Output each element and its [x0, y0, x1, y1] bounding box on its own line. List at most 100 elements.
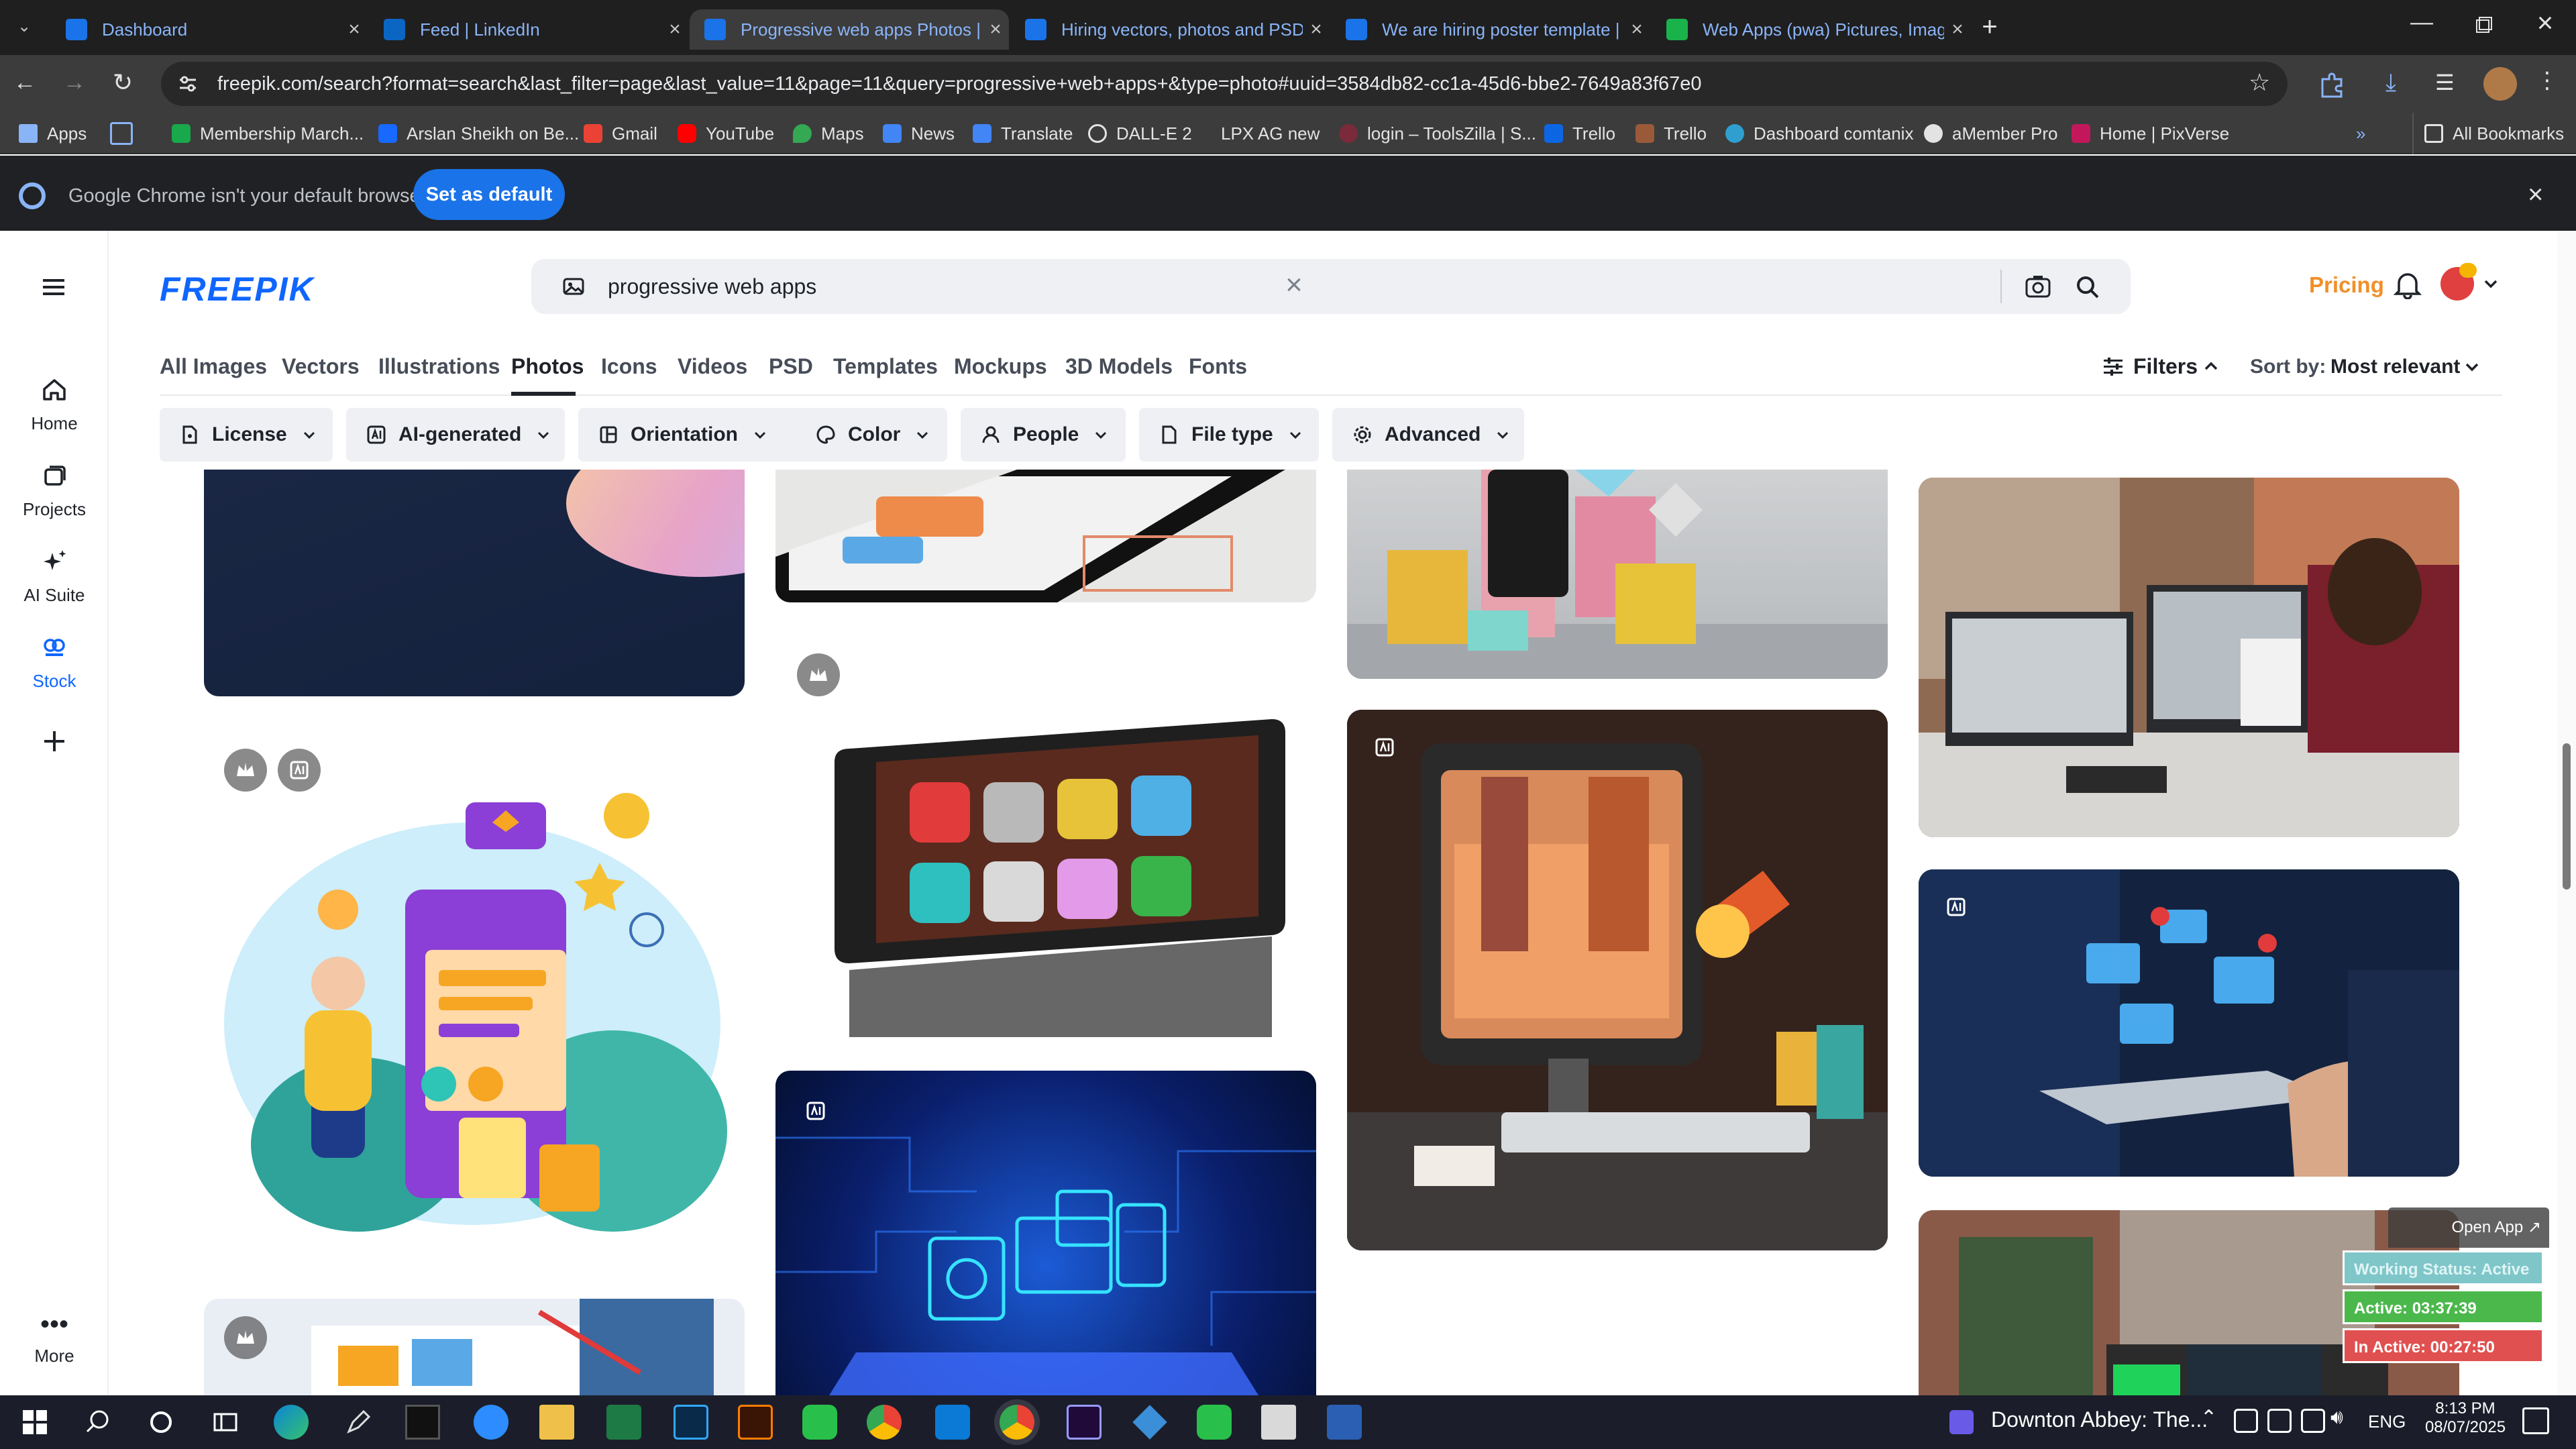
tab-fonts[interactable]: Fonts	[1189, 354, 1247, 379]
downloads-icon[interactable]: ⤓	[2385, 68, 2415, 98]
tray-icon[interactable]	[2267, 1409, 2292, 1433]
freepik-logo[interactable]: FREEPIK	[160, 270, 315, 309]
bookmark-membership[interactable]: Membership March...	[172, 113, 364, 154]
profile-avatar[interactable]	[2483, 67, 2517, 101]
people-filter[interactable]: People	[961, 408, 1126, 462]
chrome-icon[interactable]	[867, 1405, 902, 1440]
image-type-icon[interactable]	[562, 275, 585, 298]
color-filter[interactable]: Color	[796, 408, 947, 462]
scrollbar-thumb[interactable]	[2563, 743, 2571, 890]
excel-icon[interactable]	[606, 1405, 641, 1440]
file-explorer-icon[interactable]	[539, 1405, 574, 1440]
bookmark-gmail[interactable]: Gmail	[584, 113, 657, 154]
reload-button[interactable]: ↻	[113, 68, 142, 98]
chevron-up-icon[interactable]	[2202, 357, 2220, 376]
file-type-filter[interactable]: File type	[1139, 408, 1319, 462]
tab-groups-icon[interactable]	[110, 122, 133, 145]
open-app-button[interactable]: Open App ↗	[2388, 1208, 2549, 1248]
tab-all-images[interactable]: All Images	[160, 354, 267, 379]
edge-icon[interactable]	[274, 1405, 309, 1440]
tab-linkedin[interactable]: Feed | LinkedIn ×	[369, 9, 688, 50]
tab-3d-models[interactable]: 3D Models	[1065, 354, 1173, 379]
close-tab-icon[interactable]: ×	[1944, 18, 1971, 41]
result-image[interactable]	[1347, 470, 1888, 679]
tab-psd[interactable]: PSD	[769, 354, 813, 379]
calculator-icon[interactable]	[1261, 1405, 1296, 1440]
illustrator-icon[interactable]	[738, 1405, 773, 1440]
pricing-link[interactable]: Pricing	[2309, 272, 2384, 298]
close-tab-icon[interactable]: ×	[982, 18, 1009, 41]
advanced-filter[interactable]: Advanced	[1332, 408, 1524, 462]
reading-list-icon[interactable]: ☰	[2435, 70, 2465, 99]
word-icon[interactable]	[1327, 1405, 1362, 1440]
back-button[interactable]: ←	[13, 70, 43, 99]
site-info-icon[interactable]	[177, 73, 199, 95]
photoshop-icon[interactable]	[674, 1405, 708, 1440]
vscode-icon[interactable]	[935, 1405, 970, 1440]
tray-icon[interactable]	[2234, 1409, 2258, 1433]
app-icon[interactable]	[1197, 1405, 1232, 1440]
page-scrollbar[interactable]	[2557, 231, 2576, 1395]
tab-illustrations[interactable]: Illustrations	[378, 354, 500, 379]
tab-videos[interactable]: Videos	[678, 354, 747, 379]
result-image[interactable]	[1919, 478, 2459, 837]
bookmark-pixverse[interactable]: Home | PixVerse	[2072, 113, 2229, 154]
tab-vectors[interactable]: Vectors	[282, 354, 360, 379]
tab-mockups[interactable]: Mockups	[954, 354, 1047, 379]
tab-progressive-web-apps[interactable]: Progressive web apps Photos | Fr ×	[690, 9, 1009, 50]
result-image[interactable]	[1919, 869, 2459, 1177]
chrome-active-icon[interactable]	[1000, 1405, 1034, 1440]
tab-search-icon[interactable]: ⌄	[11, 13, 38, 40]
network-icon[interactable]	[2301, 1409, 2325, 1433]
close-tab-icon[interactable]: ×	[341, 18, 368, 41]
license-filter[interactable]: License	[160, 408, 333, 462]
search-icon[interactable]	[2074, 274, 2101, 301]
hamburger-menu-icon[interactable]	[40, 275, 67, 299]
notification-center-icon[interactable]	[2522, 1407, 2549, 1434]
user-avatar[interactable]	[2440, 263, 2477, 301]
close-tab-icon[interactable]: ×	[1303, 18, 1330, 41]
bookmark-toolszilla[interactable]: login – ToolsZilla | S...	[1339, 113, 1536, 154]
language-indicator[interactable]: ENG	[2368, 1411, 2406, 1432]
bookmark-dalle[interactable]: DALL-E 2	[1088, 113, 1192, 154]
address-bar[interactable]: freepik.com/search?format=search&last_fi…	[161, 62, 2288, 106]
search-input[interactable]	[608, 259, 1748, 314]
sidebar-item-projects[interactable]: Projects	[0, 462, 109, 520]
restore-button[interactable]	[2462, 9, 2502, 43]
chrome-menu-icon[interactable]: ⋮	[2536, 67, 2559, 101]
tab-hiring-poster[interactable]: We are hiring poster template | ×	[1331, 9, 1650, 50]
tab-templates[interactable]: Templates	[833, 354, 938, 379]
extensions-icon[interactable]	[2317, 70, 2347, 99]
cortana-icon[interactable]	[144, 1405, 178, 1440]
orientation-filter[interactable]: Orientation	[578, 408, 816, 462]
result-image[interactable]	[204, 470, 745, 696]
filters-toggle[interactable]: Filters	[2133, 354, 2198, 379]
camera-search-icon[interactable]	[2025, 274, 2051, 299]
result-image[interactable]	[204, 729, 745, 1252]
result-image[interactable]	[775, 1071, 1316, 1395]
bookmark-star-icon[interactable]: ☆	[2249, 68, 2278, 98]
bookmark-translate[interactable]: Translate	[973, 113, 1073, 154]
close-infobar-icon[interactable]: ×	[2528, 180, 2543, 210]
media-title[interactable]: Downton Abbey: The...	[1991, 1407, 2208, 1432]
tab-dashboard[interactable]: Dashboard ×	[51, 9, 368, 50]
clear-search-icon[interactable]: ×	[1277, 268, 1311, 302]
bookmark-amember[interactable]: aMember Pro	[1924, 113, 2058, 154]
forward-button[interactable]: →	[63, 70, 93, 99]
result-image[interactable]	[1347, 710, 1888, 1250]
tab-icons[interactable]: Icons	[601, 354, 657, 379]
sidebar-item-ai-suite[interactable]: AI Suite	[0, 547, 109, 606]
more-bookmarks-icon[interactable]: »	[2356, 113, 2365, 154]
tab-web-apps-pictures[interactable]: Web Apps (pwa) Pictures, Images ×	[1652, 9, 1971, 50]
result-image[interactable]	[775, 708, 1316, 1040]
clock[interactable]: 8:13 PM 08/07/2025	[2422, 1399, 2509, 1437]
terminal-icon[interactable]	[405, 1405, 440, 1440]
notifications-bell-icon[interactable]	[2394, 270, 2422, 299]
pen-icon[interactable]	[341, 1405, 376, 1440]
task-view-icon[interactable]	[208, 1405, 243, 1440]
close-tab-icon[interactable]: ×	[1623, 18, 1650, 41]
all-bookmarks[interactable]: All Bookmarks	[2424, 113, 2564, 154]
sort-select[interactable]: Most relevant	[2330, 356, 2460, 378]
sidebar-item-stock[interactable]: Stock	[0, 633, 109, 692]
app-icon[interactable]	[802, 1405, 837, 1440]
